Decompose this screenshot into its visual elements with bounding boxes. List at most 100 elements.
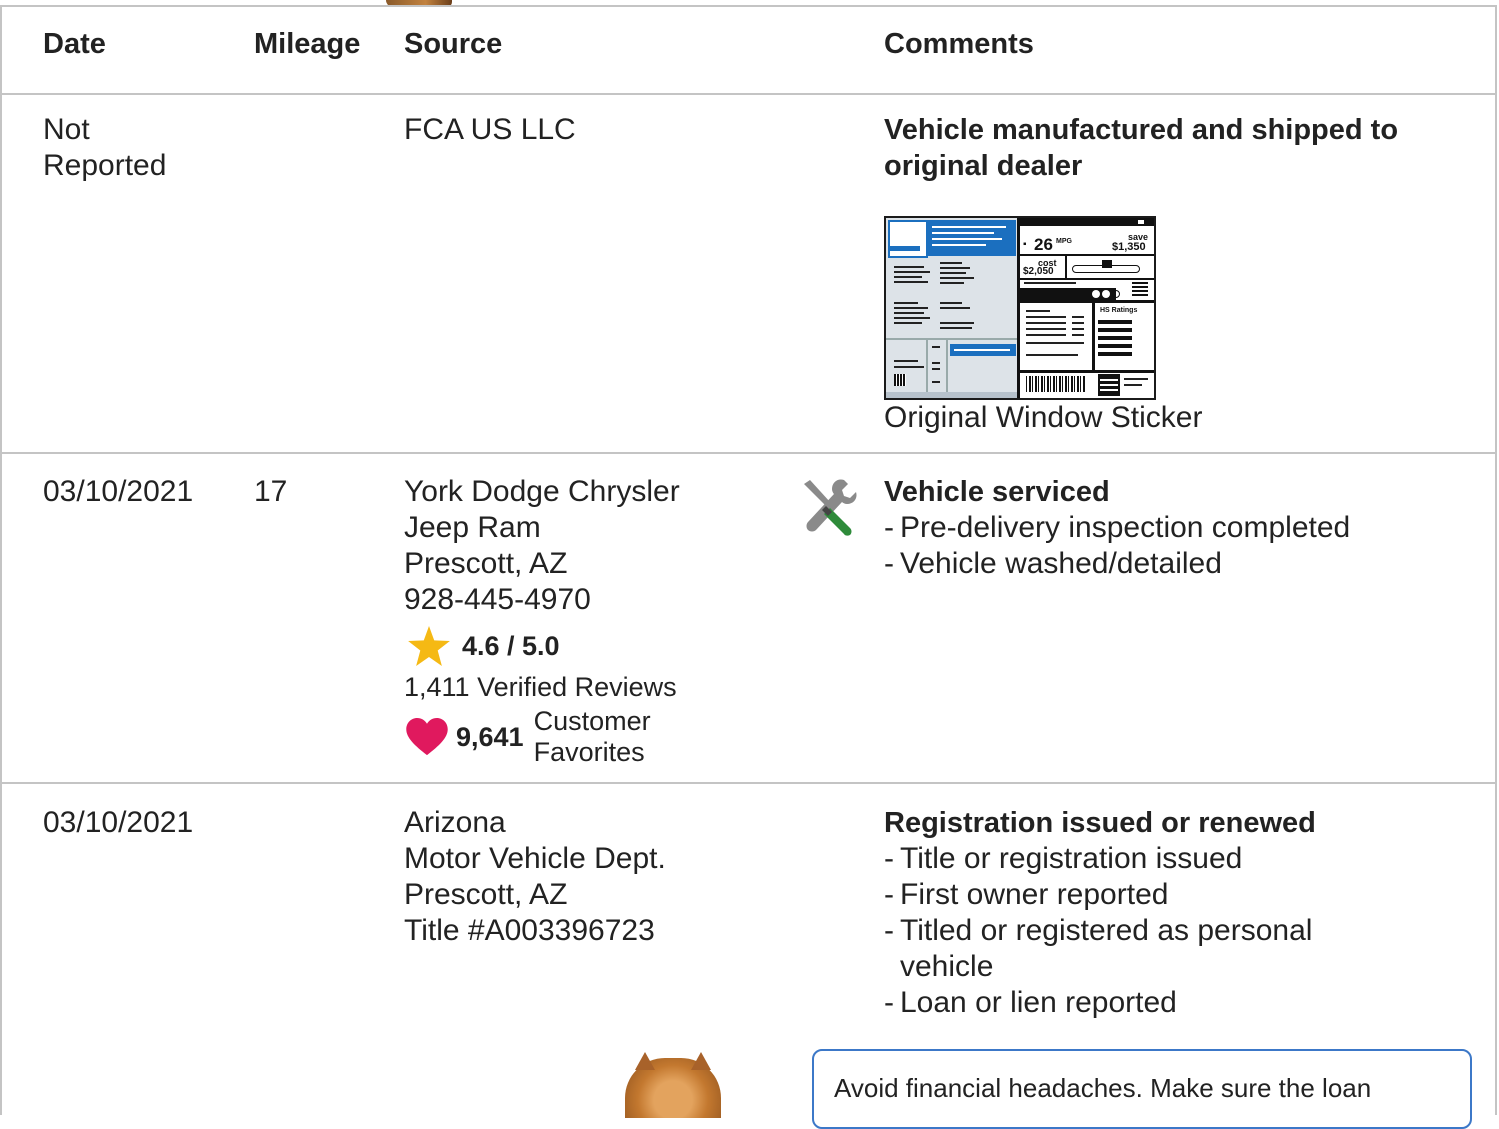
sticker-mark	[1026, 342, 1084, 344]
sticker-mark	[940, 262, 962, 264]
header-mileage: Mileage	[254, 28, 361, 60]
header-comments: Comments	[884, 28, 1034, 60]
sticker-mark	[932, 362, 940, 364]
sticker-mark	[1102, 260, 1112, 268]
sticker-mark	[940, 327, 972, 329]
loan-tip-text: Avoid financial headaches. Make sure the…	[834, 1073, 1372, 1103]
table-row-2-source: York Dodge Chrysler Jeep Ram Prescott, A…	[404, 474, 680, 618]
dealer-favorites[interactable]: 9,641 Customer Favorites	[406, 706, 651, 768]
star-icon	[408, 626, 450, 666]
sticker-mark	[1092, 290, 1100, 298]
comment-item: Pre-delivery inspection completed	[884, 510, 1350, 546]
comment-item: Title or registration issued	[884, 841, 1444, 877]
sticker-mark	[1020, 300, 1154, 303]
dealer-phone[interactable]: 928-445-4970	[404, 582, 680, 618]
dealer-reviews-link[interactable]: 1,411 Verified Reviews	[404, 670, 677, 704]
sticker-mark	[886, 392, 1017, 398]
sticker-mark	[1098, 344, 1132, 348]
row-divider	[0, 782, 1497, 784]
date-line: Not	[43, 113, 90, 146]
sticker-mark	[940, 277, 974, 279]
sticker-mark	[1072, 316, 1084, 318]
sticker-mark	[932, 238, 1002, 240]
comment-title-line: Vehicle manufactured and shipped to	[884, 114, 1399, 146]
table-row-1-source: FCA US LLC	[404, 113, 576, 146]
favorites-label-line: Customer	[533, 706, 651, 736]
table-row-2-mileage: 17	[254, 475, 288, 508]
sticker-mark	[1138, 220, 1144, 224]
favorites-label: Customer Favorites	[534, 706, 651, 768]
sticker-mark	[894, 302, 918, 304]
sticker-mark	[890, 246, 920, 251]
table-row-2-date: 03/10/2021	[43, 475, 194, 508]
sticker-mark	[940, 307, 970, 309]
sticker-mark	[894, 366, 924, 368]
header-date: Date	[43, 28, 106, 60]
sticker-mark	[1072, 322, 1084, 324]
sticker-mark	[932, 244, 986, 246]
dealer-rating[interactable]: 4.6 / 5.0	[408, 626, 560, 666]
sticker-mark	[1102, 290, 1110, 298]
favorites-label-line: Favorites	[533, 737, 645, 767]
sticker-mark	[1020, 254, 1154, 256]
table-row-3-source: Arizona Motor Vehicle Dept. Prescott, AZ…	[404, 805, 666, 949]
sticker-mark	[1072, 328, 1084, 330]
sticker-right-panel: 26 ▪ MPG save $1,350 cost $2,050 HS Rati…	[1020, 218, 1154, 398]
sticker-mark	[940, 282, 964, 284]
sticker-mark	[1020, 370, 1154, 373]
dealer-name-cont[interactable]: Jeep Ram	[404, 510, 680, 546]
source-line: Prescott, AZ	[404, 878, 568, 911]
sticker-mark	[932, 368, 940, 370]
sticker-mark	[932, 226, 1006, 228]
sticker-mark	[894, 374, 906, 386]
mascot-ear	[635, 1052, 655, 1070]
sticker-mark	[1026, 310, 1050, 312]
dealer-name[interactable]: York Dodge Chrysler	[404, 474, 680, 510]
sticker-mark	[940, 272, 966, 274]
sticker-mark	[894, 322, 922, 324]
sticker-mark	[940, 267, 970, 269]
sticker-ratings-label: HS Ratings	[1100, 307, 1138, 314]
sticker-mark	[940, 302, 962, 304]
date-line: Reported	[43, 149, 167, 182]
comment-title: Registration issued or renewed	[884, 807, 1316, 839]
window-sticker-thumbnail[interactable]: 26 ▪ MPG save $1,350 cost $2,050 HS Rati…	[884, 216, 1156, 400]
sticker-qr-code	[1098, 374, 1120, 396]
row-divider	[0, 452, 1497, 454]
table-row-1-date: Not Reported	[43, 112, 166, 184]
sticker-mark	[894, 271, 930, 273]
sticker-mark	[1098, 336, 1132, 340]
comment-title: Vehicle serviced	[884, 476, 1110, 508]
sticker-mark	[894, 312, 924, 314]
sticker-mark	[1026, 354, 1078, 356]
sticker-mark	[1026, 322, 1066, 324]
sticker-mark	[946, 340, 948, 392]
sticker-left-panel	[886, 218, 1020, 398]
sticker-mark	[894, 307, 928, 309]
sticker-mark	[894, 317, 930, 319]
sticker-barcode	[1026, 376, 1086, 392]
sticker-mark	[932, 346, 940, 348]
sticker-mark	[894, 276, 922, 278]
sticker-mark	[1072, 334, 1084, 336]
wrench-screwdriver-icon	[804, 479, 857, 536]
sticker-cost-value: $2,050	[1023, 266, 1054, 277]
mascot-fox-image	[625, 1052, 721, 1118]
comment-item: First owner reported	[884, 877, 1444, 913]
sticker-mark	[1098, 328, 1132, 332]
sticker-mark	[1098, 352, 1132, 356]
sticker-mark	[894, 360, 918, 362]
sticker-mark	[1124, 378, 1148, 380]
sticker-mark	[1112, 290, 1120, 298]
sticker-mark	[954, 349, 1010, 351]
sticker-mpg-unit: MPG	[1056, 238, 1072, 245]
window-sticker-caption[interactable]: Original Window Sticker	[884, 400, 1202, 436]
sticker-mark	[1098, 320, 1132, 324]
heart-icon	[406, 718, 448, 756]
mascot-ear	[691, 1052, 711, 1070]
fuel-pump-icon: ▪	[1023, 239, 1027, 250]
comment-item: Titled or registered as personal vehicle	[884, 913, 1380, 985]
sticker-mark	[1132, 280, 1148, 296]
table-row-3-date: 03/10/2021	[43, 806, 194, 839]
comment-list: Pre-delivery inspection completed Vehicl…	[884, 510, 1350, 582]
